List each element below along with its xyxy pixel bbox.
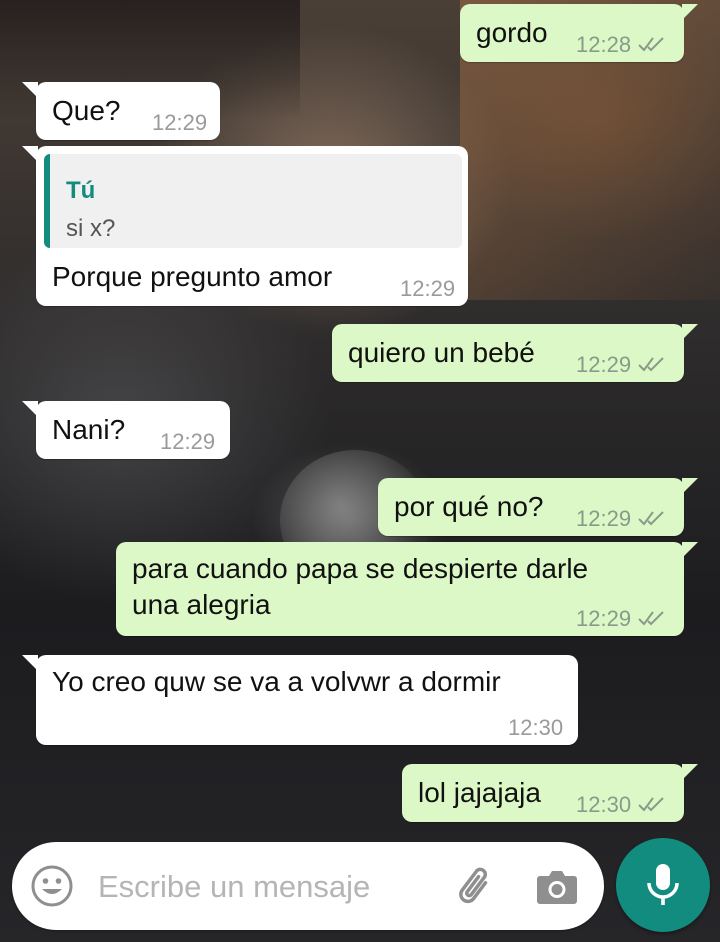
message-bubble-outgoing[interactable]: lol jajajaja 12:30 — [402, 764, 698, 822]
message-text: Porque pregunto amor — [52, 261, 333, 292]
double-check-icon — [638, 511, 664, 526]
microphone-button[interactable] — [616, 838, 710, 932]
message-text-line: una alegria — [132, 589, 271, 620]
quoted-message[interactable]: Tú si x? — [44, 154, 462, 248]
message-time: 12:28 — [576, 32, 632, 57]
message-text: por qué no? — [394, 491, 544, 522]
message-time: 12:30 — [576, 792, 632, 817]
message-list: gordo 12:28 Que? 12:29 Tú si x? Porque p… — [0, 0, 720, 942]
message-bubble-outgoing[interactable]: gordo 12:28 — [460, 4, 698, 62]
message-text: Que? — [52, 95, 121, 126]
quote-author: Tú — [66, 177, 96, 204]
message-text: Yo creo quw se va a volvwr a dormir — [52, 666, 501, 697]
message-input[interactable] — [96, 862, 430, 912]
paperclip-icon[interactable] — [452, 862, 502, 912]
quote-accent-bar — [44, 154, 50, 248]
message-text: gordo — [476, 17, 548, 48]
microphone-icon — [647, 864, 679, 905]
message-text-line: para cuando papa se despierte darle — [132, 553, 589, 584]
message-time: 12:29 — [400, 276, 456, 301]
message-time: 12:29 — [576, 606, 632, 631]
quote-text: si x? — [66, 215, 116, 242]
message-bubble-outgoing[interactable]: quiero un bebé 12:29 — [332, 324, 698, 382]
message-meta: 12:29 — [576, 502, 667, 536]
message-text: Nani? — [52, 414, 126, 445]
message-meta: 12:30 — [576, 788, 667, 822]
message-text: quiero un bebé — [348, 337, 535, 368]
double-check-icon — [638, 357, 664, 372]
message-bubble-incoming[interactable]: Que? 12:29 — [22, 82, 220, 140]
message-composer — [12, 842, 604, 930]
camera-icon[interactable] — [534, 864, 580, 910]
message-bubble-incoming[interactable]: Tú si x? Porque pregunto amor 12:29 — [22, 146, 468, 306]
emoji-icon[interactable] — [30, 864, 74, 908]
message-meta: 12:29 — [576, 348, 667, 382]
double-check-icon — [638, 797, 664, 812]
double-check-icon — [638, 611, 664, 626]
message-time: 12:29 — [152, 110, 208, 135]
message-text: lol jajajaja — [418, 777, 541, 808]
message-meta: 12:28 — [576, 28, 667, 62]
message-bubble-outgoing[interactable]: para cuando papa se despierte darle una … — [116, 542, 698, 636]
message-time: 12:29 — [160, 429, 216, 454]
message-time: 12:30 — [508, 715, 564, 740]
message-bubble-incoming[interactable]: Nani? 12:29 — [22, 401, 230, 459]
message-bubble-incoming[interactable]: Yo creo quw se va a volvwr a dormir 12:3… — [22, 655, 578, 745]
message-time: 12:29 — [576, 352, 632, 377]
double-check-icon — [638, 37, 664, 52]
message-bubble-outgoing[interactable]: por qué no? 12:29 — [378, 478, 698, 536]
message-meta: 12:29 — [576, 602, 667, 636]
message-time: 12:29 — [576, 506, 632, 531]
